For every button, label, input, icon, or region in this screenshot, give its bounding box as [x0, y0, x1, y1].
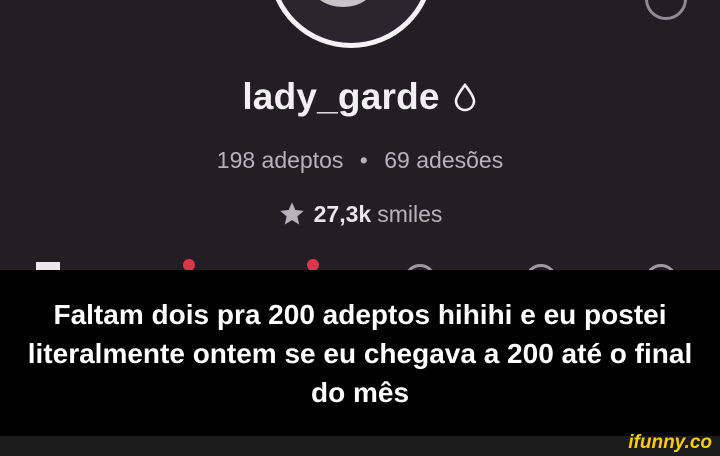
username-row: lady_garde — [0, 76, 720, 118]
subscriptions-count[interactable]: 69 — [384, 147, 410, 173]
caption-band: Faltam dois pra 200 adeptos hihihi e eu … — [0, 270, 720, 436]
smiles-label: smiles — [377, 200, 443, 227]
caption-text: Faltam dois pra 200 adeptos hihihi e eu … — [27, 298, 693, 408]
footer-bar — [0, 436, 720, 456]
settings-icon[interactable] — [645, 0, 687, 20]
ifunny-watermark: ifunny.co — [628, 432, 712, 453]
followers-label[interactable]: adeptos — [262, 147, 344, 173]
profile-header: lady_garde 198 adeptos • 69 adesões 27,3… — [0, 0, 720, 296]
smiles-count: 27,3k — [313, 200, 372, 227]
avatar[interactable] — [268, 0, 434, 48]
subscriptions-label[interactable]: adesões — [416, 147, 503, 173]
stats-separator: • — [359, 147, 368, 173]
username: lady_garde — [242, 76, 440, 117]
stats-row: 198 adeptos • 69 adesões — [0, 147, 720, 174]
drop-icon — [454, 82, 475, 112]
followers-count[interactable]: 198 — [217, 147, 255, 173]
star-icon — [279, 202, 304, 225]
smiles-row: 27,3k smiles — [0, 200, 720, 228]
